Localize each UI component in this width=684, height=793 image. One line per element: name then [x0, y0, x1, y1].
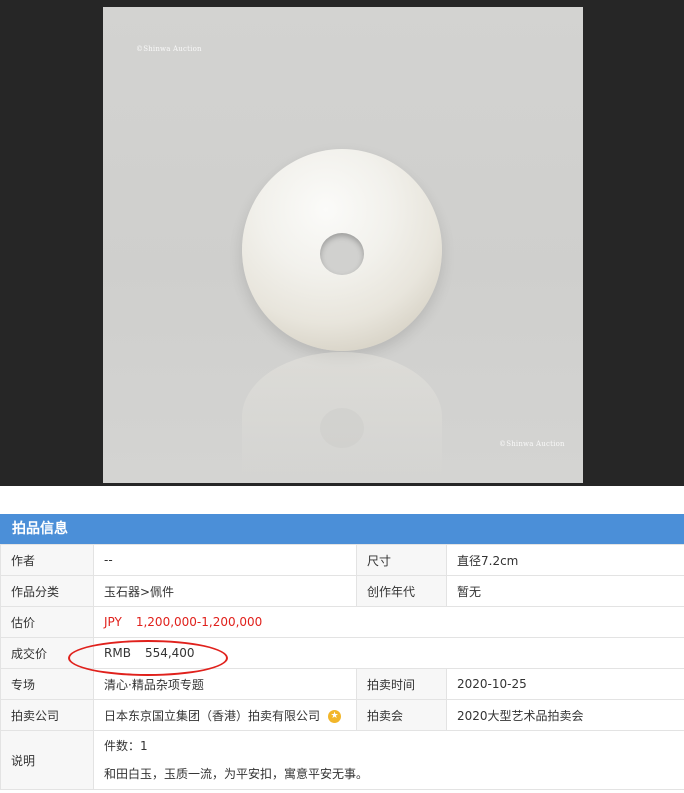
note-line-2: 和田白玉，玉质一流，为平安扣，寓意平安无事。 — [104, 767, 369, 781]
table-row: 估价 JPY 1,200,000-1,200,000 — [0, 606, 684, 638]
deal-value: 554,400 — [144, 646, 195, 660]
auction-time-label: 拍卖时间 — [356, 668, 447, 700]
lot-info-panel: 拍品信息 作者 -- 尺寸 直径7.2cm 作品分类 玉石器>佩件 创作年代 暂… — [0, 514, 684, 790]
deal-cell: RMB 554,400 — [93, 637, 684, 669]
watermark-bottom: ©Shinwa Auction — [499, 440, 565, 448]
company-value[interactable]: 日本东京国立集团（香港）拍卖有限公司 — [104, 709, 320, 723]
category-label: 作品分类 — [0, 575, 94, 607]
panel-title: 拍品信息 — [0, 514, 684, 544]
company-cell: 日本东京国立集团（香港）拍卖有限公司 ★ — [93, 699, 357, 731]
estimate-cell: JPY 1,200,000-1,200,000 — [93, 606, 684, 638]
note-cell: 件数：1 和田白玉，玉质一流，为平安扣，寓意平安无事。 — [93, 730, 684, 790]
sale-label: 拍卖会 — [356, 699, 447, 731]
watermark-top: ©Shinwa Auction — [136, 45, 202, 53]
author-label: 作者 — [0, 544, 94, 576]
estimate-currency: JPY — [104, 615, 122, 629]
jade-disc-hole — [320, 233, 364, 275]
table-row: 说明 件数：1 和田白玉，玉质一流，为平安扣，寓意平安无事。 — [0, 730, 684, 790]
table-row: 成交价 RMB 554,400 — [0, 637, 684, 669]
jade-disc-reflection — [242, 352, 442, 482]
year-label: 创作年代 — [356, 575, 447, 607]
estimate-value: 1,200,000-1,200,000 — [135, 615, 263, 629]
company-label: 拍卖公司 — [0, 699, 94, 731]
note-line-1: 件数：1 — [104, 739, 148, 753]
lot-photo[interactable]: ©Shinwa Auction ©Shinwa Auction — [103, 7, 583, 483]
verified-medal-icon: ★ — [328, 709, 342, 723]
table-row: 作者 -- 尺寸 直径7.2cm — [0, 544, 684, 576]
note-label: 说明 — [0, 730, 94, 790]
auction-time-value: 2020-10-25 — [446, 668, 684, 700]
size-value: 直径7.2cm — [446, 544, 684, 576]
image-viewer: ©Shinwa Auction ©Shinwa Auction — [0, 0, 684, 486]
table-row: 专场 清心·精品杂项专题 拍卖时间 2020-10-25 — [0, 668, 684, 700]
table-row: 拍卖公司 日本东京国立集团（香港）拍卖有限公司 ★ 拍卖会 2020大型艺术品拍卖… — [0, 699, 684, 731]
lot-info-table: 作者 -- 尺寸 直径7.2cm 作品分类 玉石器>佩件 创作年代 暂无 估价 … — [0, 544, 684, 790]
deal-currency: RMB — [104, 646, 131, 660]
estimate-label: 估价 — [0, 606, 94, 638]
category-value[interactable]: 玉石器>佩件 — [93, 575, 357, 607]
reflection-hole — [320, 408, 364, 448]
deal-label: 成交价 — [0, 637, 94, 669]
session-value[interactable]: 清心·精品杂项专题 — [93, 668, 357, 700]
year-value: 暂无 — [446, 575, 684, 607]
table-row: 作品分类 玉石器>佩件 创作年代 暂无 — [0, 575, 684, 607]
jade-disc — [242, 149, 442, 351]
author-value: -- — [93, 544, 357, 576]
size-label: 尺寸 — [356, 544, 447, 576]
session-label: 专场 — [0, 668, 94, 700]
sale-value[interactable]: 2020大型艺术品拍卖会 — [446, 699, 684, 731]
